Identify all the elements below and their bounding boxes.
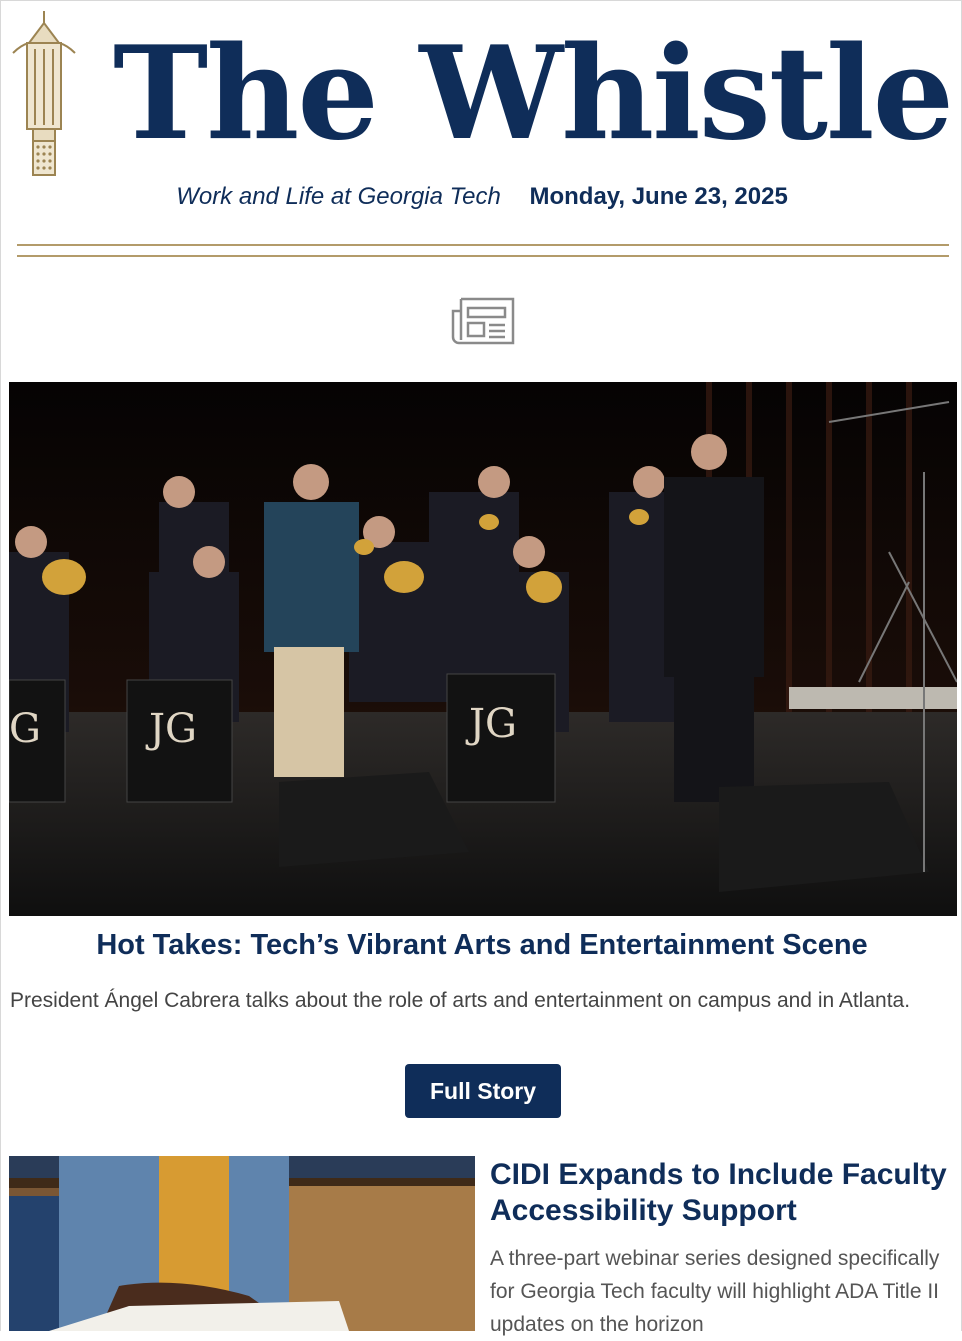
featured-story-summary: President Ángel Cabrera talks about the … bbox=[10, 989, 911, 1012]
featured-story-image[interactable]: G JG JG bbox=[9, 382, 957, 916]
masthead-subtitle-row: Work and Life at Georgia Tech Monday, Ju… bbox=[1, 183, 962, 211]
steam-whistle-icon bbox=[12, 11, 76, 176]
issue-date: Monday, June 23, 2025 bbox=[529, 183, 788, 210]
story-thumbnail[interactable] bbox=[9, 1156, 475, 1331]
svg-text:JG: JG bbox=[145, 706, 197, 752]
divider-top bbox=[17, 244, 949, 246]
full-story-button[interactable]: Full Story bbox=[405, 1064, 561, 1118]
newspaper-icon bbox=[451, 297, 515, 345]
tagline: Work and Life at Georgia Tech bbox=[176, 183, 501, 210]
featured-story-title[interactable]: Hot Takes: Tech’s Vibrant Arts and Enter… bbox=[1, 929, 962, 962]
story-title[interactable]: CIDI Expands to Include Faculty Accessib… bbox=[490, 1157, 950, 1229]
svg-text:JG: JG bbox=[465, 701, 517, 747]
masthead-title[interactable]: The Whistle bbox=[113, 19, 954, 169]
masthead[interactable]: The Whistle bbox=[113, 19, 954, 169]
svg-text:G: G bbox=[9, 706, 41, 752]
divider-bottom bbox=[17, 255, 949, 257]
story-summary: A three-part webinar series designed spe… bbox=[490, 1247, 940, 1336]
newsletter-page: The Whistle Work and Life at Georgia Tec… bbox=[0, 0, 962, 1336]
